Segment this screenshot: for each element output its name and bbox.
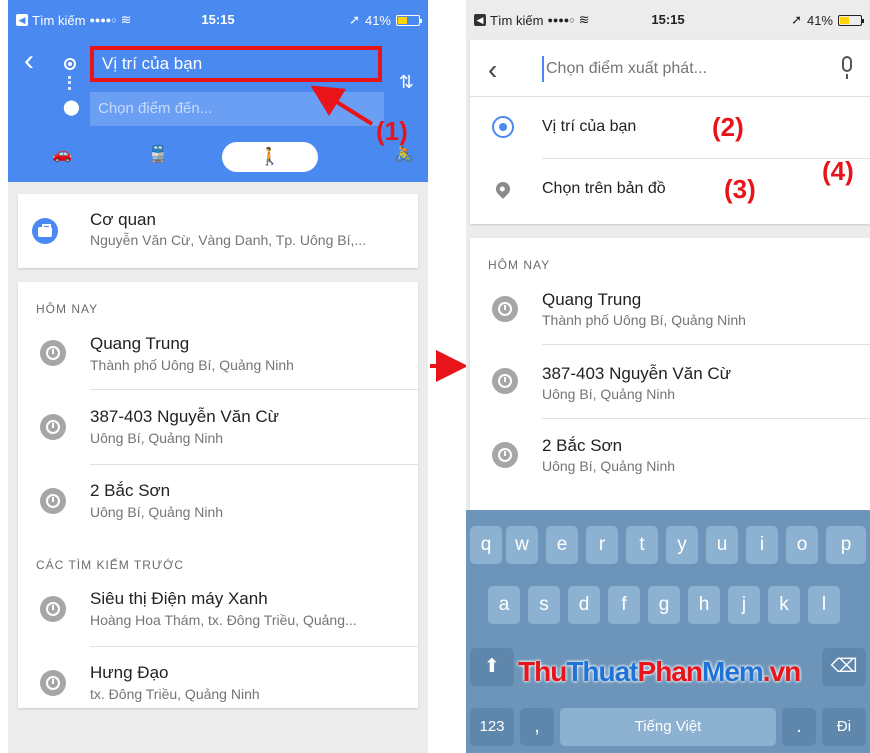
clock-icon: [40, 488, 66, 514]
list-item-title[interactable]: Hưng Đạo: [90, 663, 168, 683]
back-arrow-icon[interactable]: ‹: [488, 54, 497, 86]
annotation-1: (1): [376, 116, 408, 146]
walk-icon[interactable]: 🚶: [222, 142, 318, 172]
start-point-card: ‹ Vị trí của bạn Chọn trên bản đồ: [470, 40, 870, 224]
key-u[interactable]: u: [706, 526, 738, 564]
key-a[interactable]: a: [488, 586, 520, 624]
delete-icon[interactable]: ⌫: [822, 648, 866, 686]
annotation-3: (3): [724, 174, 756, 204]
divider: [90, 464, 418, 465]
car-icon[interactable]: 🚗: [52, 144, 72, 164]
list-item-title[interactable]: Quang Trung: [542, 290, 641, 310]
clock-icon: [492, 442, 518, 468]
origin-field[interactable]: Vị trí của bạn: [90, 46, 382, 82]
shift-icon[interactable]: ⬆: [470, 648, 514, 686]
list-item-subtitle: Thành phố Uông Bí, Quảng Ninh: [90, 357, 294, 373]
list-item-subtitle: tx. Đông Triều, Quảng Ninh: [90, 686, 260, 702]
key-e[interactable]: e: [546, 526, 578, 564]
annotation-2: (2): [712, 112, 744, 142]
swap-icon[interactable]: ⇅: [399, 72, 414, 93]
route-dots-icon: [68, 76, 71, 90]
key-g[interactable]: g: [648, 586, 680, 624]
bike-icon[interactable]: 🚴: [394, 144, 414, 164]
clock-icon: [492, 296, 518, 322]
status-bar: ◀ Tìm kiếm ●●●●○ ≋ 15:15 ➚ 41%: [466, 0, 870, 40]
location-arrow-icon: ➚: [349, 12, 360, 27]
key-s[interactable]: s: [528, 586, 560, 624]
destination-field[interactable]: Chọn điểm đến...: [90, 92, 384, 126]
key-d[interactable]: d: [568, 586, 600, 624]
key-w[interactable]: w: [506, 526, 538, 564]
battery-icon: [838, 14, 864, 26]
transit-icon[interactable]: 🚆: [148, 144, 168, 164]
key-o[interactable]: o: [786, 526, 818, 564]
battery-percent: 41%: [364, 12, 391, 28]
list-item-title[interactable]: Siêu thị Điện máy Xanh: [90, 589, 268, 609]
start-point-input[interactable]: [542, 56, 792, 82]
battery-percent: 41%: [806, 12, 833, 28]
battery-icon: [396, 14, 422, 26]
list-item-title[interactable]: 387-403 Nguyễn Văn Cừ: [90, 407, 279, 427]
key-h[interactable]: h: [688, 586, 720, 624]
work-title: Cơ quan: [90, 210, 156, 229]
space-key[interactable]: Tiếng Việt: [560, 708, 776, 746]
mic-icon[interactable]: [842, 56, 852, 79]
clock-icon: [492, 368, 518, 394]
key-j[interactable]: j: [728, 586, 760, 624]
key-l[interactable]: l: [808, 586, 840, 624]
clock-icon: [40, 340, 66, 366]
status-bar: ◀ Tìm kiếm ●●●●○ ≋ 15:15 ➚ 41%: [8, 0, 428, 40]
travel-mode-bar: 🚗 🚆 🚶 🚴: [8, 142, 428, 178]
list-item-subtitle: Thành phố Uông Bí, Quảng Ninh: [542, 312, 746, 328]
recents-card: HÔM NAY Quang Trung Thành phố Uông Bí, Q…: [470, 238, 870, 528]
origin-dot-icon: [64, 58, 76, 70]
list-item-subtitle: Hoàng Hoa Thám, tx. Đông Triều, Quảng...: [90, 612, 357, 628]
divider: [90, 389, 418, 390]
key-t[interactable]: t: [626, 526, 658, 564]
today-header: HÔM NAY: [488, 258, 551, 272]
my-location-icon: [492, 116, 514, 138]
period-key[interactable]: .: [782, 708, 816, 746]
list-item-subtitle: Uông Bí, Quảng Ninh: [542, 458, 676, 474]
choose-on-map-option[interactable]: Chọn trên bản đồ: [542, 180, 666, 198]
list-item-title[interactable]: Quang Trung: [90, 334, 189, 354]
clock-icon: [40, 596, 66, 622]
today-header: HÔM NAY: [36, 302, 99, 316]
numbers-key[interactable]: 123: [470, 708, 514, 746]
your-location-option[interactable]: Vị trí của bạn: [542, 118, 636, 136]
list-item-subtitle: Uông Bí, Quảng Ninh: [542, 386, 676, 402]
work-card[interactable]: Cơ quan Nguyễn Văn Cừ, Vàng Danh, Tp. Uô…: [18, 194, 418, 268]
work-subtitle: Nguyễn Văn Cừ, Vàng Danh, Tp. Uông Bí,..…: [90, 232, 367, 248]
key-r[interactable]: r: [586, 526, 618, 564]
location-arrow-icon: ➚: [791, 12, 802, 27]
list-item-subtitle: Uông Bí, Quảng Ninh: [90, 430, 224, 446]
clock-icon: [40, 414, 66, 440]
recents-card: HÔM NAY Quang Trung Thành phố Uông Bí, Q…: [18, 282, 418, 708]
key-q[interactable]: q: [470, 526, 502, 564]
destination-pin-icon: ⬤: [63, 99, 80, 116]
list-item-title[interactable]: 387-403 Nguyễn Văn Cừ: [542, 364, 731, 384]
left-phone-screen: ◀ Tìm kiếm ●●●●○ ≋ 15:15 ➚ 41% ‹ ⬤ Vị tr…: [8, 0, 428, 753]
key-f[interactable]: f: [608, 586, 640, 624]
watermark-logo: ThuThuatPhanMem.vn: [518, 656, 801, 687]
comma-key[interactable]: ,: [520, 708, 554, 746]
annotation-4: (4): [822, 156, 854, 186]
key-k[interactable]: k: [768, 586, 800, 624]
list-item-subtitle: Uông Bí, Quảng Ninh: [90, 504, 224, 520]
right-phone-screen: ◀ Tìm kiếm ●●●●○ ≋ 15:15 ➚ 41% ‹ Vị trí …: [466, 0, 870, 753]
divider: [90, 646, 418, 647]
key-p[interactable]: p: [826, 526, 866, 564]
briefcase-icon: [32, 218, 58, 244]
previous-searches-header: CÁC TÌM KIẾM TRƯỚC: [36, 558, 185, 572]
pin-icon: [493, 179, 513, 199]
key-i[interactable]: i: [746, 526, 778, 564]
go-key[interactable]: Đi: [822, 708, 866, 746]
list-item-title[interactable]: 2 Bắc Sơn: [542, 436, 622, 456]
clock-icon: [40, 670, 66, 696]
list-item-title[interactable]: 2 Bắc Sơn: [90, 481, 170, 501]
key-y[interactable]: y: [666, 526, 698, 564]
back-arrow-icon[interactable]: ‹: [24, 46, 34, 76]
keyboard: q w e r t y u i o p a s d f g h j k l ⬆ …: [466, 510, 870, 753]
